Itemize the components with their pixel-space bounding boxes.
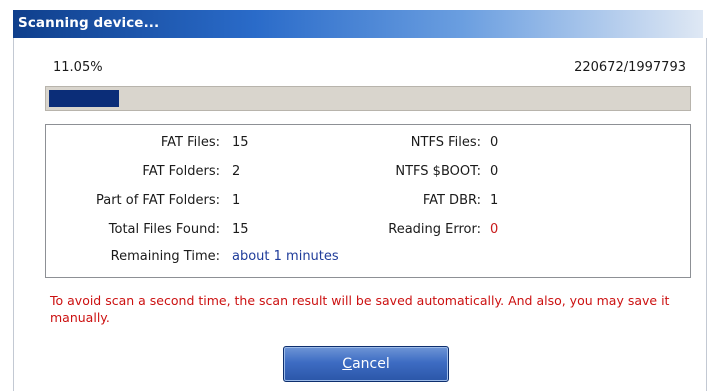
remaining-time-value: about 1 minutes (232, 249, 339, 264)
stat-row-fat-dbr: FAT DBR: 1 (46, 191, 692, 211)
cancel-accelerator: C (342, 356, 353, 372)
stat-row-remaining-time: Remaining Time: about 1 minutes (46, 247, 692, 267)
auto-save-note: To avoid scan a second time, the scan re… (50, 293, 670, 325)
stat-value: 1 (490, 193, 499, 208)
stat-row-ntfs-boot: NTFS $BOOT: 0 (46, 162, 692, 182)
stat-value: 0 (490, 135, 499, 150)
stat-label: NTFS Files: (410, 135, 481, 150)
cancel-label-rest: ancel (352, 356, 390, 372)
reading-error-value: 0 (490, 222, 499, 237)
stats-panel: FAT Files: 15 FAT Folders: 2 Part of FAT… (45, 124, 691, 278)
scanning-dialog: Scanning device... 11.05% 220672/1997793… (0, 0, 709, 391)
progress-count: 220672/1997793 (574, 60, 686, 75)
progress-percent: 11.05% (53, 60, 103, 75)
progress-bar (45, 86, 691, 111)
title-bar: Scanning device... (13, 10, 703, 38)
cancel-button[interactable]: Cancel (283, 346, 449, 382)
window-title: Scanning device... (18, 15, 160, 31)
stat-row-reading-error: Reading Error: 0 (46, 220, 692, 240)
progress-bar-fill (49, 90, 119, 107)
stat-row-ntfs-files: NTFS Files: 0 (46, 133, 692, 153)
stat-value: 0 (490, 164, 499, 179)
stat-label: Reading Error: (388, 222, 481, 237)
stat-label: NTFS $BOOT: (395, 164, 481, 179)
stat-label: Remaining Time: (110, 249, 220, 264)
stat-label: FAT DBR: (422, 193, 481, 208)
